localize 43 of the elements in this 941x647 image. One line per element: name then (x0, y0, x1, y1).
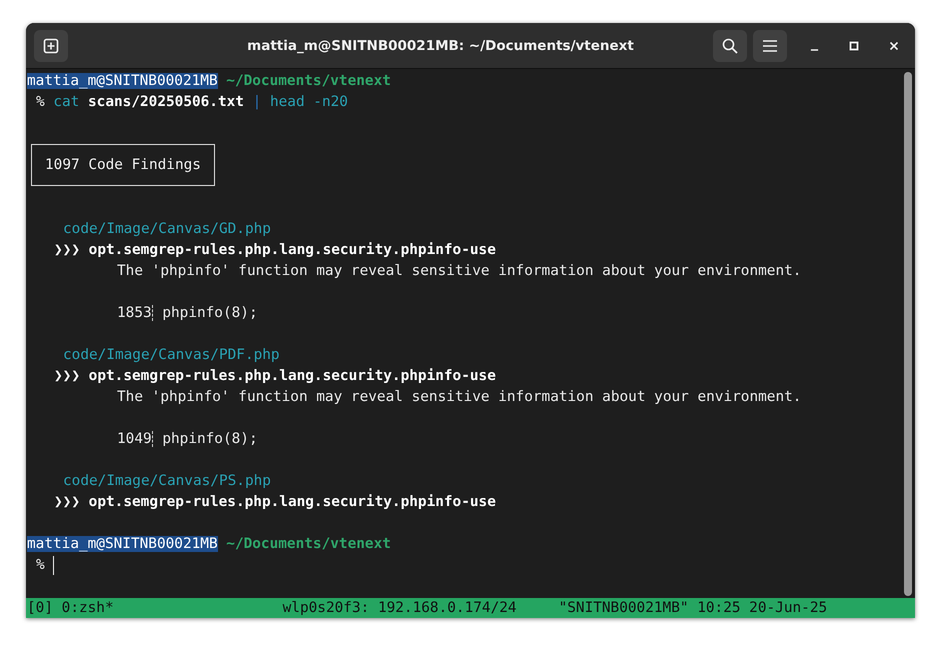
close-icon (889, 40, 899, 50)
command-token: cat (53, 94, 80, 110)
session-label: [0] 0:zsh* (27, 599, 114, 618)
search-icon (722, 38, 738, 54)
finding-message: The 'phpinfo' function may reveal sensitive information about your environment. (117, 263, 802, 279)
minimize-icon (810, 48, 818, 50)
rule-id: opt.semgrep-rules.php.lang.security.phpinfo-use (88, 242, 496, 258)
new-tab-button[interactable] (34, 30, 68, 62)
finding-message: The 'phpinfo' function may reveal sensitive information about your environment. (117, 389, 802, 405)
menu-icon (762, 38, 778, 52)
scrollbar[interactable] (904, 72, 912, 596)
search-button[interactable] (713, 30, 747, 62)
menu-button[interactable] (753, 30, 787, 62)
command-token: scans/20250506.txt (88, 94, 244, 110)
prompt-symbol: % (36, 557, 45, 573)
findings-count-box: 1097 Code Findings (31, 144, 215, 186)
text-cursor (53, 556, 54, 575)
network-info: wlp0s20f3: 192.168.0.174/24 (282, 599, 517, 618)
rule-marker: ❯❯❯ (54, 494, 80, 510)
rule-id: opt.semgrep-rules.php.lang.security.phpinfo-use (88, 368, 496, 384)
code-snippet: phpinfo(8); (162, 431, 258, 447)
maximize-icon (849, 40, 859, 50)
host-time: "SNITNB00021MB" 10:25 20-Jun-25 (558, 599, 828, 618)
file-path: code/Image/Canvas/PS.php (63, 473, 271, 489)
prompt-path: ~/Documents/vtenext (226, 73, 391, 89)
command-token: head -n20 (270, 94, 348, 110)
file-path: code/Image/Canvas/GD.php (63, 221, 271, 237)
command-token: | (252, 94, 262, 110)
separator-mark (152, 305, 154, 322)
prompt-user: mattia_m@SNITNB00021MB (27, 73, 218, 89)
prompt-user: mattia_m@SNITNB00021MB (27, 536, 218, 552)
code-snippet: phpinfo(8); (162, 305, 258, 321)
window-title: mattia_m@SNITNB00021MB: ~/Documents/vtenext (246, 38, 635, 54)
rule-marker: ❯❯❯ (54, 242, 80, 258)
line-number: 1853 (117, 305, 152, 321)
prompt-symbol: % (36, 94, 45, 110)
rule-marker: ❯❯❯ (54, 368, 80, 384)
prompt-path: ~/Documents/vtenext (226, 536, 391, 552)
separator-mark (152, 431, 154, 448)
plus-icon (43, 38, 59, 54)
line-number: 1049 (117, 431, 152, 447)
file-path: code/Image/Canvas/PDF.php (63, 347, 280, 363)
rule-id: opt.semgrep-rules.php.lang.security.phpinfo-use (88, 494, 496, 510)
